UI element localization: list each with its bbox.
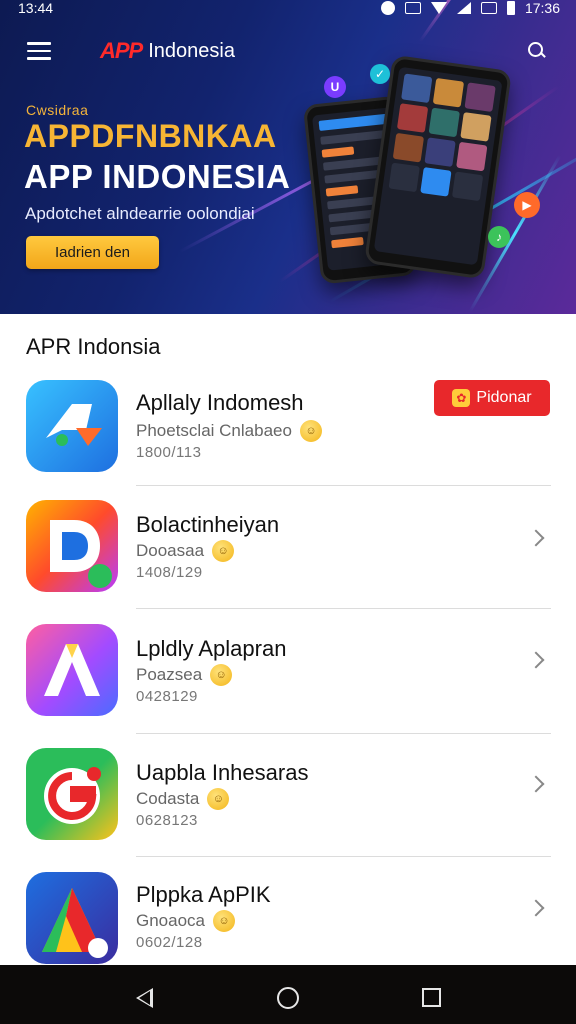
app-subtitle-text: Poazsea [136, 665, 203, 684]
divider [136, 856, 551, 857]
status-time-right: 17:36 [524, 0, 560, 16]
back-icon[interactable] [136, 988, 153, 1008]
app-subtitle-text: Dooasaa [136, 541, 205, 560]
app-meta: 0602/128 [136, 934, 203, 951]
emoji-icon: ☺ [210, 664, 233, 686]
status-time: 13:44 [18, 0, 54, 16]
hero-cta-button[interactable]: Iadrien den [26, 236, 159, 269]
brand: APP Indonesia [100, 38, 235, 64]
chevron-right-icon[interactable] [527, 775, 545, 793]
list-item[interactable]: Uapbla Inhesaras Codasta ☺ 0628123 [0, 736, 576, 858]
app-name: Apllaly Indomesh [136, 390, 304, 415]
badge-label: Pidonar [476, 389, 532, 406]
hero-subtitle: Apdotchet alndearrie oolondiai [25, 204, 255, 223]
settings-icon [380, 1, 395, 15]
app-subtitle: Poazsea ☺ [136, 664, 233, 686]
list-item[interactable]: Lpldly Aplapran Poazsea ☺ 0428129 [0, 612, 576, 734]
hero-title: APPDFNBNKAA [24, 118, 277, 154]
chevron-right-icon[interactable] [527, 529, 545, 547]
battery-icon [506, 1, 515, 15]
chevron-right-icon[interactable] [527, 899, 545, 917]
app-name: Plppka ApPIK [136, 882, 271, 907]
app-name: Bolactinheiyan [136, 512, 280, 537]
app-subtitle: Dooasaa ☺ [136, 540, 235, 562]
app-subtitle: Codasta ☺ [136, 788, 230, 810]
hero-title-secondary: APP INDONESIA [24, 158, 291, 195]
emoji-icon: ☺ [207, 788, 230, 810]
hero-banner: 13:44 17:36 APP Indonesia Cwsidraa APPDF… [0, 0, 576, 314]
arrow-icon [26, 380, 118, 472]
app-meta: 1408/129 [136, 564, 203, 581]
badge-icon: ✿ [452, 389, 471, 407]
hero-eyebrow: Cwsidraa [26, 102, 89, 118]
app-subtitle-text: Gnoaoca [136, 911, 205, 930]
signal-icon [456, 2, 471, 14]
app-meta: 0628123 [136, 812, 198, 829]
emoji-icon: ☺ [299, 420, 322, 442]
app-subtitle: Phoetsclai Cnlabaeo ☺ [136, 420, 322, 442]
emoji-icon: ☺ [213, 910, 235, 932]
app-name: Lpldly Aplapran [136, 636, 287, 661]
d-logo-icon [26, 500, 118, 592]
a-logo-icon [26, 624, 118, 716]
section-title: APR Indonsia [26, 334, 161, 359]
app-subtitle-text: Codasta [136, 789, 200, 808]
data-icon [480, 2, 497, 14]
app-bubble-icon: U [324, 76, 346, 98]
app-bubble-icon: ✓ [370, 64, 390, 84]
app-meta: 1800/113 [136, 444, 202, 461]
sim-icon [404, 2, 421, 14]
triangle-logo-icon [26, 872, 118, 964]
divider [136, 608, 551, 609]
app-bubble-icon: ♪ [488, 226, 510, 248]
brand-name: Indonesia [148, 39, 235, 62]
g-logo-icon [26, 748, 118, 840]
system-nav-bar [0, 965, 576, 1024]
divider [136, 733, 551, 734]
phone-illustration [363, 54, 513, 280]
wifi-icon [430, 2, 447, 14]
list-item[interactable]: Plppka ApPIK Gnoaoca ☺ 0602/128 [0, 860, 576, 965]
app-meta: 0428129 [136, 688, 198, 705]
app-subtitle: Gnoaoca ☺ [136, 910, 235, 932]
status-bar: 13:44 17:36 [0, 0, 576, 22]
brand-logo: APP [100, 38, 143, 63]
emoji-icon: ☺ [212, 540, 235, 562]
promo-badge[interactable]: ✿ Pidonar [434, 380, 550, 416]
search-icon[interactable] [528, 42, 546, 60]
menu-icon[interactable] [27, 42, 51, 60]
recents-icon[interactable] [422, 988, 441, 1007]
app-bubble-icon: ▶ [514, 192, 540, 218]
app-subtitle-text: Phoetsclai Cnlabaeo [136, 421, 292, 440]
chevron-right-icon[interactable] [527, 651, 545, 669]
divider [136, 485, 551, 486]
home-icon[interactable] [277, 987, 299, 1009]
list-item[interactable]: Bolactinheiyan Dooasaa ☺ 1408/129 [0, 488, 576, 610]
app-name: Uapbla Inhesaras [136, 760, 309, 785]
